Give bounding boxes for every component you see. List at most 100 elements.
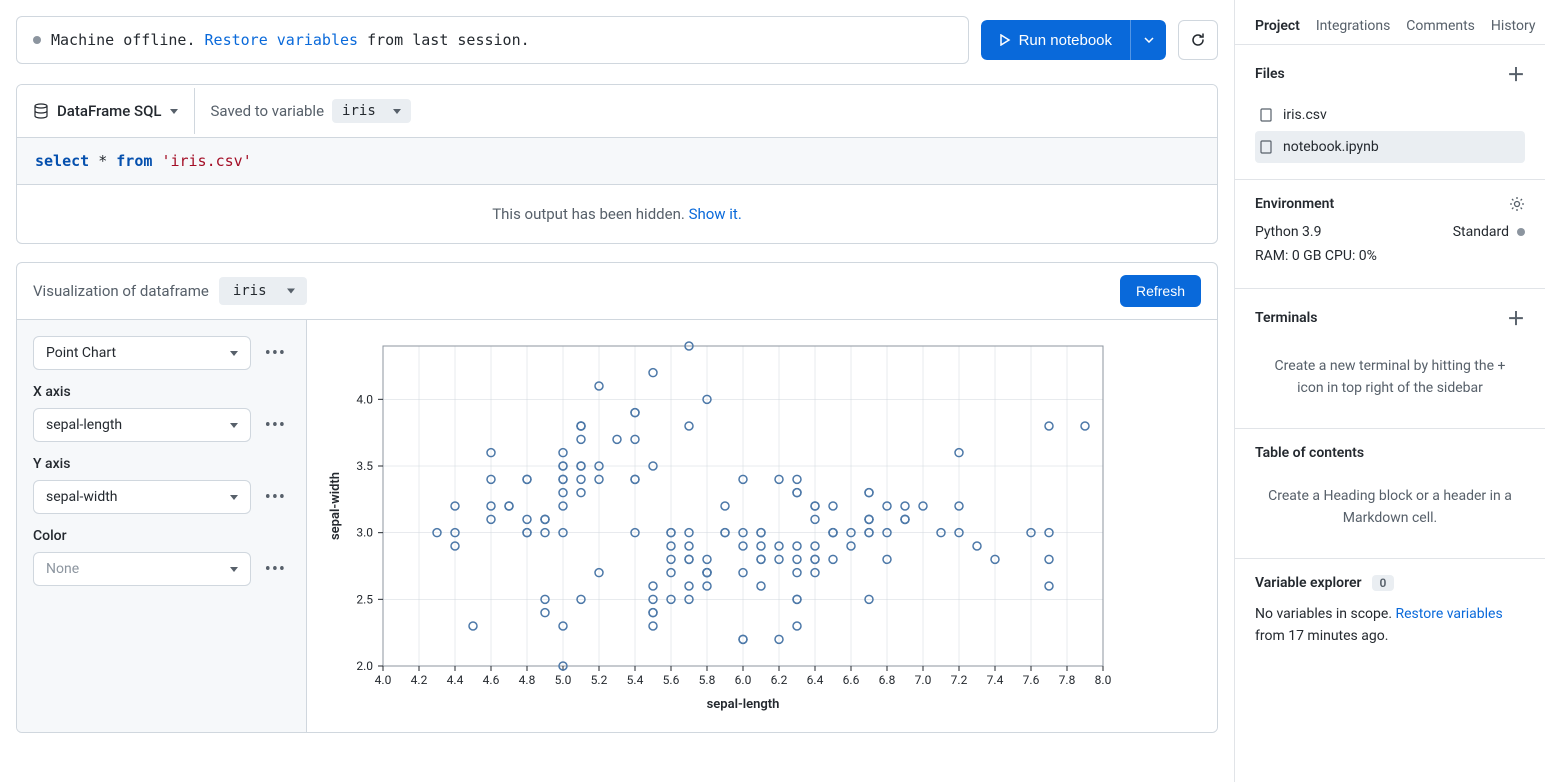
chevron-down-icon — [1144, 37, 1154, 43]
file-icon — [1259, 108, 1273, 122]
file-name: iris.csv — [1283, 107, 1327, 123]
chevron-down-icon — [230, 567, 238, 572]
viz-controls: Point Chart ••• X axis sepal-length ••• … — [17, 320, 307, 732]
color-label: Color — [33, 528, 290, 544]
color-select[interactable]: None — [33, 552, 251, 586]
color-more-button[interactable]: ••• — [261, 559, 290, 580]
svg-text:8.0: 8.0 — [1095, 673, 1112, 687]
file-name: notebook.ipynb — [1283, 139, 1379, 155]
tab-comments[interactable]: Comments — [1406, 18, 1475, 34]
svg-text:4.2: 4.2 — [411, 673, 428, 687]
tab-integrations[interactable]: Integrations — [1316, 18, 1390, 34]
toc-section: Table of contents Create a Heading block… — [1235, 429, 1545, 559]
varexp-header: Variable explorer — [1255, 575, 1362, 591]
svg-text:sepal-width: sepal-width — [328, 472, 343, 540]
status-dot-icon — [33, 36, 41, 44]
viz-refresh-button[interactable]: Refresh — [1120, 275, 1201, 307]
sql-cell-header: DataFrame SQL Saved to variable iris — [17, 85, 1217, 138]
svg-text:4.8: 4.8 — [519, 673, 536, 687]
chart-type-select[interactable]: Point Chart — [33, 336, 251, 370]
svg-text:3.5: 3.5 — [356, 459, 373, 473]
refresh-button[interactable] — [1178, 20, 1218, 60]
main-area: Machine offline. Restore variables from … — [0, 0, 1235, 782]
svg-text:7.2: 7.2 — [951, 673, 968, 687]
svg-text:4.0: 4.0 — [375, 673, 392, 687]
cell-type-label: DataFrame SQL — [57, 102, 162, 120]
variable-chip[interactable]: iris — [332, 99, 411, 123]
varexp-time: from 17 minutes ago. — [1255, 628, 1388, 644]
status-prefix: Machine offline. — [51, 31, 196, 49]
toc-header: Table of contents — [1255, 445, 1364, 461]
svg-text:4.6: 4.6 — [483, 673, 500, 687]
env-tier: Standard — [1453, 224, 1509, 240]
viz-cell: Visualization of dataframe iris Refresh … — [16, 262, 1218, 733]
tab-history[interactable]: History — [1491, 18, 1536, 34]
y-axis-more-button[interactable]: ••• — [261, 487, 290, 508]
database-icon — [33, 103, 49, 119]
chevron-down-icon — [393, 109, 401, 114]
add-terminal-button[interactable]: ＋ — [1507, 305, 1525, 331]
svg-text:6.0: 6.0 — [735, 673, 752, 687]
terminals-section: Terminals ＋ Create a new terminal by hit… — [1235, 289, 1545, 429]
toc-help: Create a Heading block or a header in a … — [1255, 473, 1525, 542]
hidden-output: This output has been hidden. Show it. — [17, 184, 1217, 243]
play-icon — [999, 34, 1011, 46]
env-stats: RAM: 0 GB CPU: 0% — [1255, 248, 1377, 264]
status-suffix: from last session. — [367, 31, 530, 49]
code-editor[interactable]: select * from 'iris.csv' — [17, 138, 1217, 184]
scatter-chart: 4.04.24.44.64.85.05.25.45.65.86.06.26.46… — [323, 336, 1113, 716]
svg-text:5.8: 5.8 — [699, 673, 716, 687]
env-settings-button[interactable] — [1509, 196, 1525, 212]
run-dropdown-button[interactable] — [1130, 20, 1166, 60]
svg-text:4.0: 4.0 — [356, 392, 373, 406]
chart-area: 4.04.24.44.64.85.05.25.45.65.86.06.26.46… — [307, 320, 1217, 732]
viz-dataframe-value: iris — [233, 283, 267, 299]
file-icon — [1259, 140, 1273, 154]
x-axis-value: sepal-length — [46, 417, 122, 433]
x-axis-label: X axis — [33, 384, 290, 400]
svg-text:5.4: 5.4 — [627, 673, 644, 687]
viz-header: Visualization of dataframe iris Refresh — [17, 263, 1217, 320]
tab-project[interactable]: Project — [1255, 18, 1300, 34]
svg-text:7.0: 7.0 — [915, 673, 932, 687]
varexp-restore-link[interactable]: Restore variables — [1396, 606, 1503, 622]
top-bar: Machine offline. Restore variables from … — [16, 16, 1218, 64]
chart-type-more-button[interactable]: ••• — [261, 343, 290, 364]
sidebar-tabs: Project Integrations Comments History — [1235, 8, 1545, 45]
color-value: None — [46, 561, 79, 577]
svg-text:6.8: 6.8 — [879, 673, 896, 687]
terminals-help: Create a new terminal by hitting the + i… — [1255, 343, 1525, 412]
svg-text:2.0: 2.0 — [356, 659, 373, 673]
x-axis-more-button[interactable]: ••• — [261, 415, 290, 436]
saved-to-label: Saved to variable — [211, 102, 325, 120]
svg-text:sepal-length: sepal-length — [707, 697, 780, 712]
show-output-link[interactable]: Show it. — [689, 205, 742, 223]
svg-text:5.2: 5.2 — [591, 673, 608, 687]
svg-text:7.8: 7.8 — [1059, 673, 1076, 687]
env-runtime: Python 3.9 — [1255, 224, 1321, 240]
viz-title: Visualization of dataframe — [33, 282, 209, 300]
viz-body: Point Chart ••• X axis sepal-length ••• … — [17, 320, 1217, 732]
files-header: Files — [1255, 66, 1285, 82]
svg-text:6.4: 6.4 — [807, 673, 824, 687]
hidden-output-text: This output has been hidden. — [492, 205, 685, 223]
variable-section: Saved to variable iris — [195, 85, 427, 137]
variable-name: iris — [342, 103, 376, 119]
run-notebook-button[interactable]: Run notebook — [981, 20, 1130, 60]
terminals-header: Terminals — [1255, 310, 1318, 326]
run-button-group: Run notebook — [981, 20, 1166, 60]
restore-variables-link[interactable]: Restore variables — [205, 31, 359, 49]
svg-text:4.4: 4.4 — [447, 673, 464, 687]
file-item-notebook[interactable]: notebook.ipynb — [1255, 131, 1525, 163]
sidebar: Project Integrations Comments History Fi… — [1235, 0, 1545, 782]
chevron-down-icon — [230, 495, 238, 500]
files-section: Files ＋ iris.csv notebook.ipynb — [1235, 45, 1545, 180]
cell-type-selector[interactable]: DataFrame SQL — [17, 88, 195, 134]
x-axis-select[interactable]: sepal-length — [33, 408, 251, 442]
file-item-csv[interactable]: iris.csv — [1255, 99, 1525, 131]
y-axis-select[interactable]: sepal-width — [33, 480, 251, 514]
add-file-button[interactable]: ＋ — [1507, 61, 1525, 87]
y-axis-label: Y axis — [33, 456, 290, 472]
sql-cell: DataFrame SQL Saved to variable iris sel… — [16, 84, 1218, 244]
viz-dataframe-select[interactable]: iris — [219, 277, 307, 305]
